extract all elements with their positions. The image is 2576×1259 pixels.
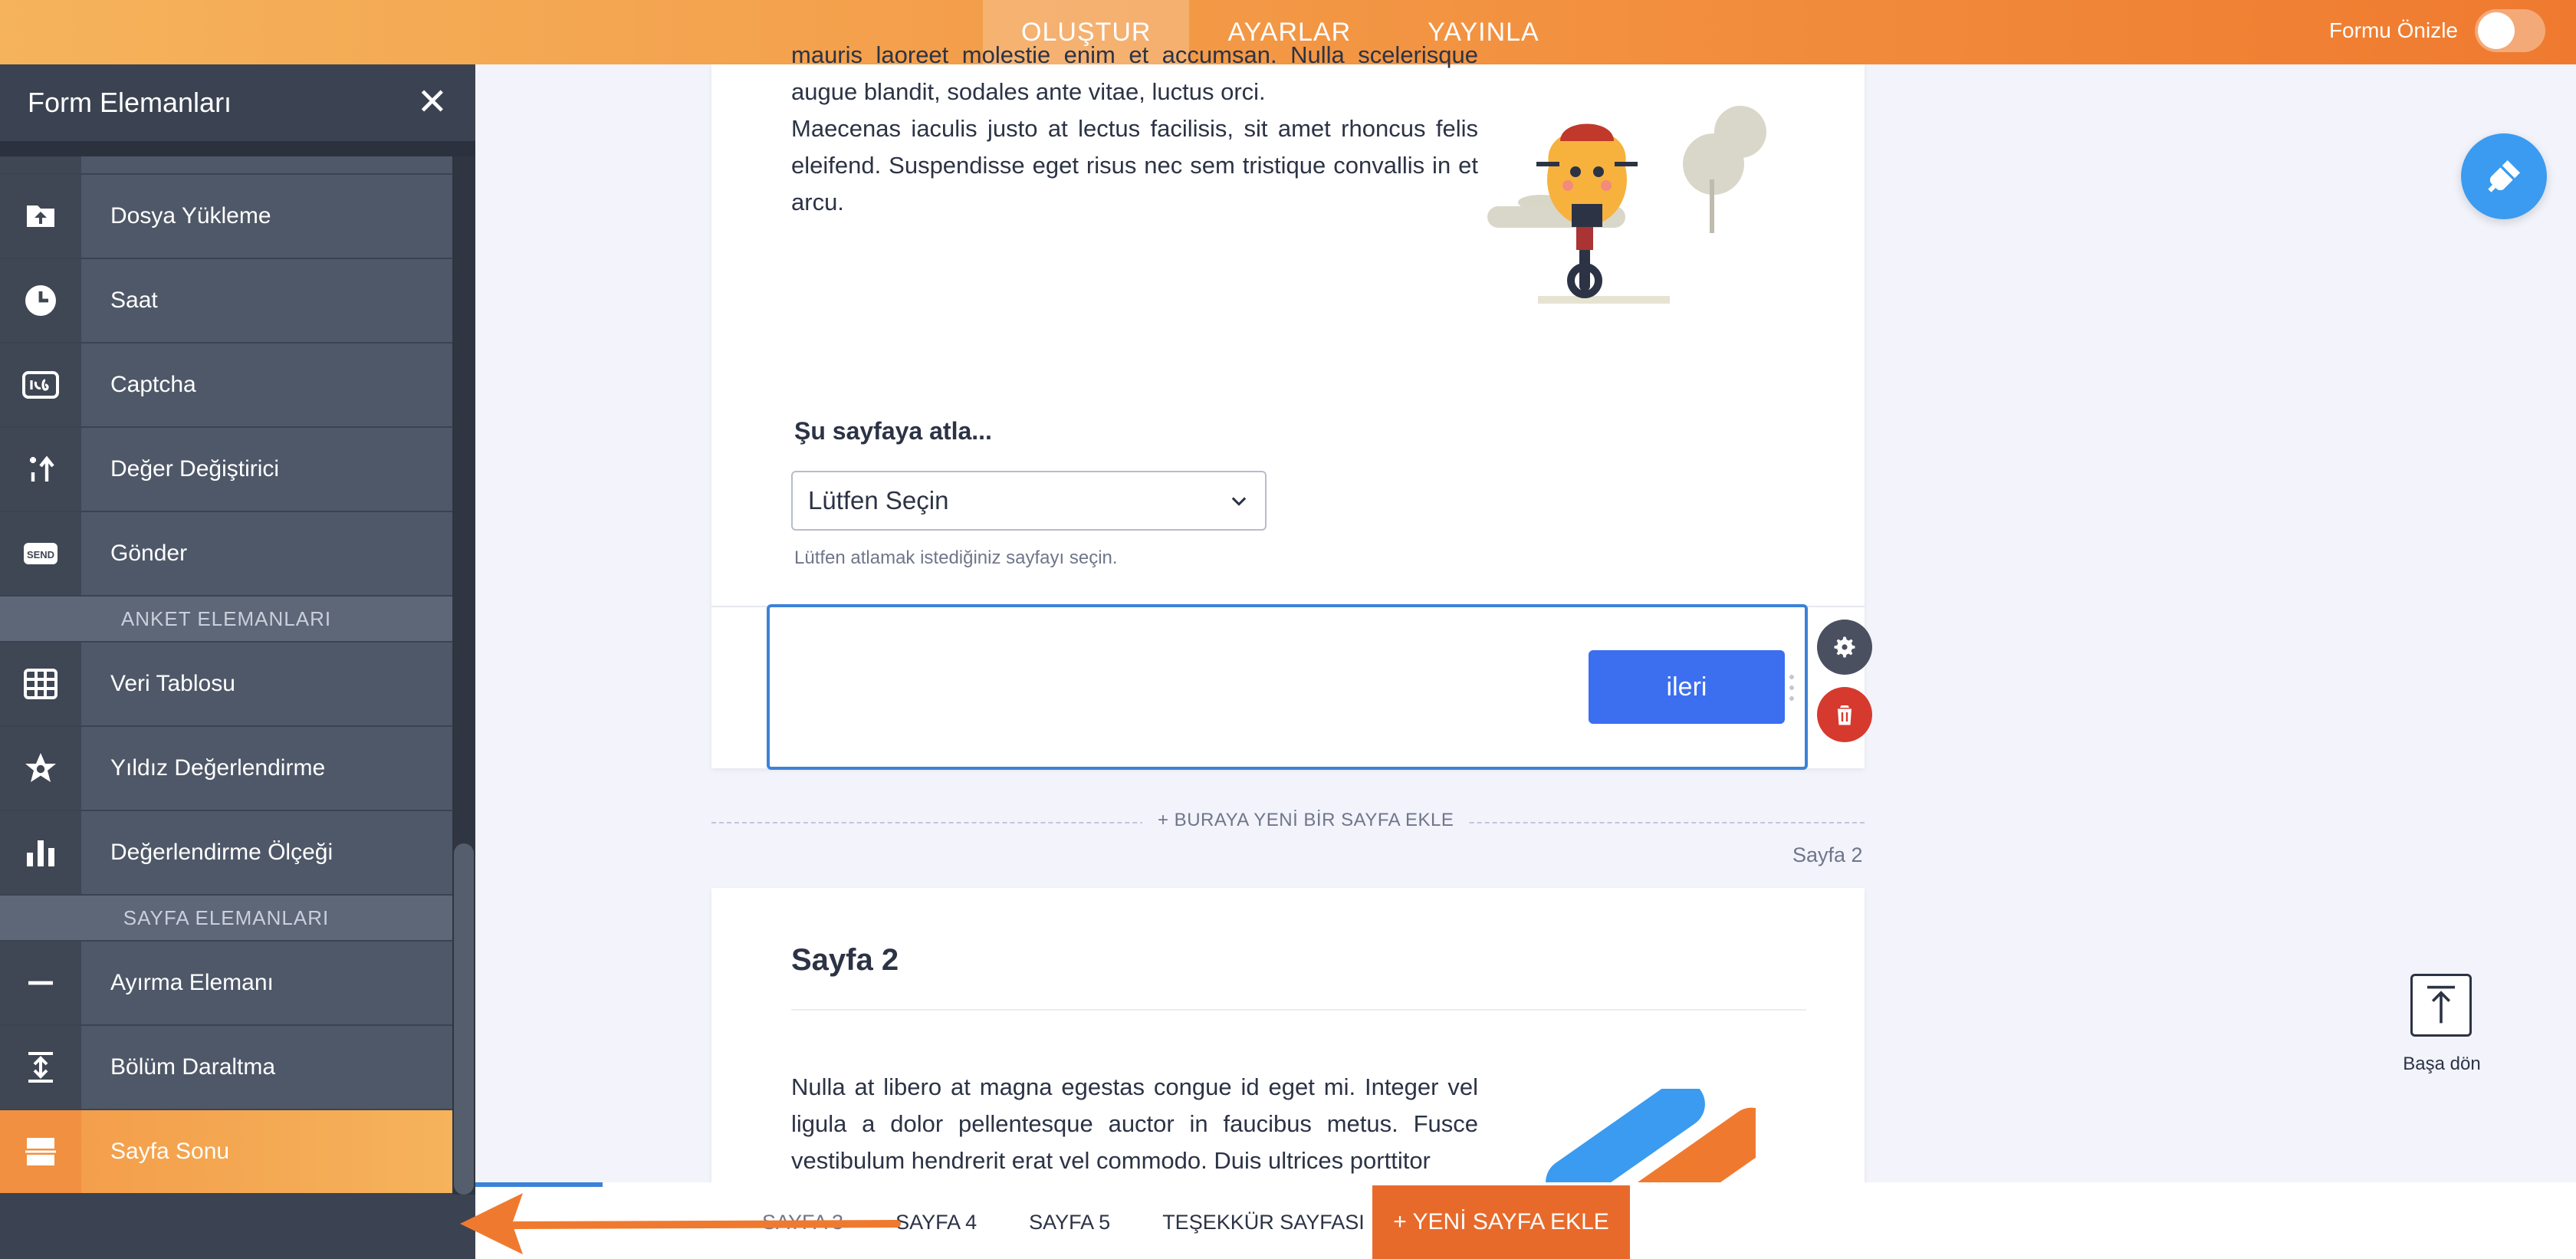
sidebar-item-saat[interactable]: Saat <box>0 259 452 344</box>
sidebar-item-label: Gönder <box>110 541 188 566</box>
add-new-page-button[interactable]: + YENİ SAYFA EKLE <box>1372 1185 1630 1259</box>
upload-folder-icon <box>0 175 81 258</box>
section-header-survey: ANKET ELEMANLARI <box>0 597 452 643</box>
preview-toggle[interactable] <box>2475 9 2545 52</box>
jump-page-select[interactable]: Lütfen Seçin <box>791 471 1267 531</box>
delete-button[interactable] <box>1817 687 1872 742</box>
add-page-here-link[interactable]: + BURAYA YENİ BİR SAYFA EKLE <box>1142 810 1470 831</box>
bar-chart-icon <box>0 811 81 894</box>
preview-label: Formu Önizle <box>2328 18 2458 42</box>
svg-text:SEND: SEND <box>27 549 54 560</box>
sidebar-item-yildiz-degerlendirme[interactable]: Yıldız Değerlendirme <box>0 727 452 811</box>
page-bar-progress <box>475 1182 603 1187</box>
section-header-page: SAYFA ELEMANLARI <box>0 896 452 942</box>
sidebar-element-list: Dosya Yükleme Saat Captcha Değer Değişti… <box>0 156 452 1195</box>
page-2-title: Sayfa 2 <box>791 943 899 977</box>
captcha-icon <box>0 344 81 426</box>
page-2-paragraph: Nulla at libero at magna egestas congue … <box>791 1073 1478 1174</box>
page-number-label: Sayfa 2 <box>1792 843 1863 866</box>
next-button[interactable]: ileri <box>1589 650 1785 724</box>
toggle-knob <box>2478 12 2515 49</box>
gear-icon <box>1834 636 1855 658</box>
heading-divider <box>791 1009 1806 1011</box>
sidebar-item-veri-tablosu[interactable]: Veri Tablosu <box>0 643 452 727</box>
sidebar-item-label: Sayfa Sonu <box>110 1139 230 1164</box>
sidebar-item-captcha[interactable]: Captcha <box>0 344 452 428</box>
form-designer-button[interactable] <box>2461 133 2547 219</box>
back-to-top-label: Başa dön <box>2403 1054 2481 1074</box>
send-icon: SEND <box>0 512 81 595</box>
sidebar-title: Form Elemanları <box>28 87 232 118</box>
sidebar-item-bolum-daraltma[interactable]: Bölüm Daraltma <box>0 1026 452 1110</box>
sidebar-item-label: Değerlendirme Ölçeği <box>110 840 334 865</box>
trash-icon <box>1838 705 1852 725</box>
page-tab-3[interactable]: SAYFA 3 <box>736 1185 869 1259</box>
sidebar-item-label: Bölüm Daraltma <box>110 1054 276 1080</box>
page-tab-5[interactable]: SAYFA 5 <box>1003 1185 1136 1259</box>
sidebar-item-label: Değer Değiştirici <box>110 456 280 482</box>
sidebar-item-label: Dosya Yükleme <box>110 203 271 228</box>
page-tabs: SAYFA 3 SAYFA 4 SAYFA 5 TEŞEKKÜR SAYFASI <box>736 1185 1391 1259</box>
close-icon[interactable]: ✕ <box>417 84 448 121</box>
spinner-icon <box>0 428 81 511</box>
page-tab-4[interactable]: SAYFA 4 <box>869 1185 1003 1259</box>
star-icon <box>0 727 81 810</box>
sidebar-item-dosya-yukleme[interactable]: Dosya Yükleme <box>0 175 452 259</box>
select-hint: Lütfen atlamak istediğiniz sayfayı seçin… <box>794 547 1118 568</box>
drag-handle[interactable] <box>1789 672 1794 704</box>
paragraph-text: mauris laoreet molestie enim et accumsan… <box>791 41 1478 215</box>
sidebar-item-deger-degistirici[interactable]: Değer Değiştirici <box>0 428 452 512</box>
sidebar-item-label: Saat <box>110 288 158 313</box>
sidebar-header: Form Elemanları ✕ <box>0 64 475 141</box>
preview-toggle-group: Formu Önizle <box>2329 9 2545 52</box>
page-tab-thank-you[interactable]: TEŞEKKÜR SAYFASI <box>1136 1185 1391 1259</box>
sidebar-item-ayirma-elemani[interactable]: Ayırma Elemanı <box>0 942 452 1026</box>
sidebar-item-sayfa-sonu[interactable]: Sayfa Sonu <box>0 1110 452 1195</box>
divider-icon <box>0 942 81 1024</box>
arrow-up-icon <box>2427 985 2455 1024</box>
properties-button[interactable] <box>1817 620 1872 675</box>
cyclist-cat-illustration <box>1487 106 1766 304</box>
select-value: Lütfen Seçin <box>808 486 949 514</box>
abstract-shapes-illustration <box>1546 1089 1756 1188</box>
table-icon <box>0 643 81 725</box>
sidebar-item-degerlendirme-olcegi[interactable]: Değerlendirme Ölçeği <box>0 811 452 896</box>
sidebar-item-label: Yıldız Değerlendirme <box>110 755 326 781</box>
jump-to-page-label: Şu sayfaya atla... <box>794 417 992 445</box>
clock-icon <box>0 259 81 342</box>
page-break-icon <box>0 1110 81 1193</box>
sidebar-item-gonder[interactable]: SEND Gönder <box>0 512 452 597</box>
back-to-top-button[interactable] <box>2410 974 2472 1037</box>
collapse-icon <box>0 1026 81 1109</box>
sidebar-scrollbar-thumb[interactable] <box>454 843 474 1195</box>
sidebar-item-label: Ayırma Elemanı <box>110 970 274 995</box>
sidebar-item-label: Veri Tablosu <box>110 671 235 696</box>
paint-roller-icon <box>2488 160 2520 192</box>
chevron-down-icon <box>1231 497 1247 506</box>
sidebar-item-label: Captcha <box>110 372 196 397</box>
